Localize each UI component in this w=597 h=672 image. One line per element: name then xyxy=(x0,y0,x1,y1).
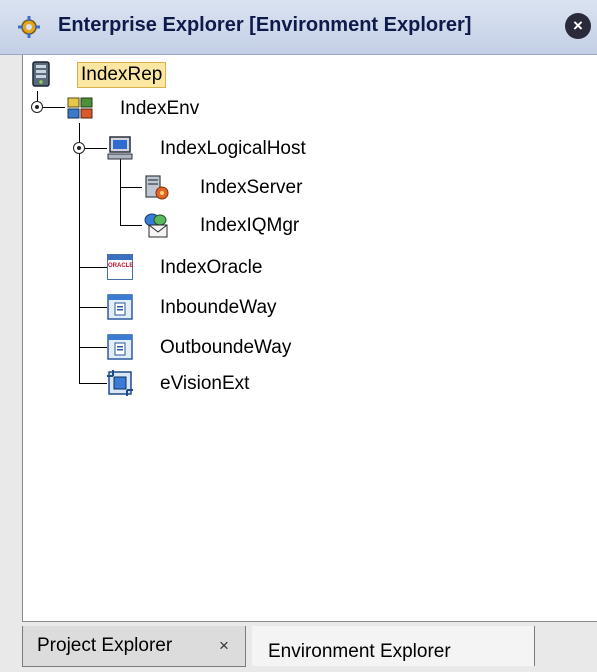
evision-icon xyxy=(107,370,133,396)
tree-connector xyxy=(120,159,121,225)
tree-node-indexrep[interactable]: IndexRep xyxy=(77,62,167,88)
window-titlebar: Enterprise Explorer [Environment Explore… xyxy=(0,0,597,55)
tree-node-indexserver[interactable]: IndexServer xyxy=(197,175,305,201)
tree-connector xyxy=(120,187,142,188)
tab-project-explorer[interactable]: Project Explorer × xyxy=(22,626,246,667)
environment-tree: IndexRep IndexEnv IndexLogicalHost Index… xyxy=(22,55,597,622)
close-button[interactable]: × xyxy=(565,13,591,39)
message-queue-icon xyxy=(144,213,168,238)
tree-connector xyxy=(120,225,142,226)
tree-node-indexlogicalhost[interactable]: IndexLogicalHost xyxy=(157,136,309,162)
tab-label: Project Explorer xyxy=(37,635,173,656)
tree-connector xyxy=(79,383,107,384)
tree-node-indexoracle[interactable]: IndexOracle xyxy=(157,255,265,281)
tree-expander-indexlogicalhost[interactable] xyxy=(73,142,85,154)
environment-icon xyxy=(67,97,93,119)
tab-environment-explorer[interactable]: Environment Explorer xyxy=(252,626,535,666)
close-icon[interactable]: × xyxy=(219,626,229,666)
computer-host-icon xyxy=(107,136,133,160)
eway-icon xyxy=(107,294,133,320)
tab-label: Environment Explorer xyxy=(268,641,451,662)
tree-node-indexenv[interactable]: IndexEnv xyxy=(117,96,202,122)
tree-node-inboundeway[interactable]: InboundeWay xyxy=(157,295,280,321)
oracle-icon: ORACLE xyxy=(107,254,133,280)
explorer-tab-bar: Project Explorer × Environment Explorer xyxy=(0,622,597,672)
window-title: Enterprise Explorer [Environment Explore… xyxy=(58,14,472,36)
tree-connector xyxy=(79,347,107,348)
tree-connector xyxy=(43,107,65,108)
server-icon xyxy=(145,175,169,200)
tree-connector xyxy=(85,148,107,149)
tree-connector xyxy=(79,267,107,268)
tree-expander-indexenv[interactable] xyxy=(31,101,43,113)
tree-connector xyxy=(79,123,80,383)
explorer-gear-icon xyxy=(18,16,40,38)
tree-node-outboundeway[interactable]: OutboundeWay xyxy=(157,335,294,361)
tree-node-evisionext[interactable]: eVisionExt xyxy=(157,371,252,397)
tree-connector xyxy=(79,307,107,308)
eway-icon xyxy=(107,334,133,360)
tree-node-indexiqmgr[interactable]: IndexIQMgr xyxy=(197,213,302,239)
close-icon: × xyxy=(573,16,583,35)
repository-icon xyxy=(32,61,50,87)
